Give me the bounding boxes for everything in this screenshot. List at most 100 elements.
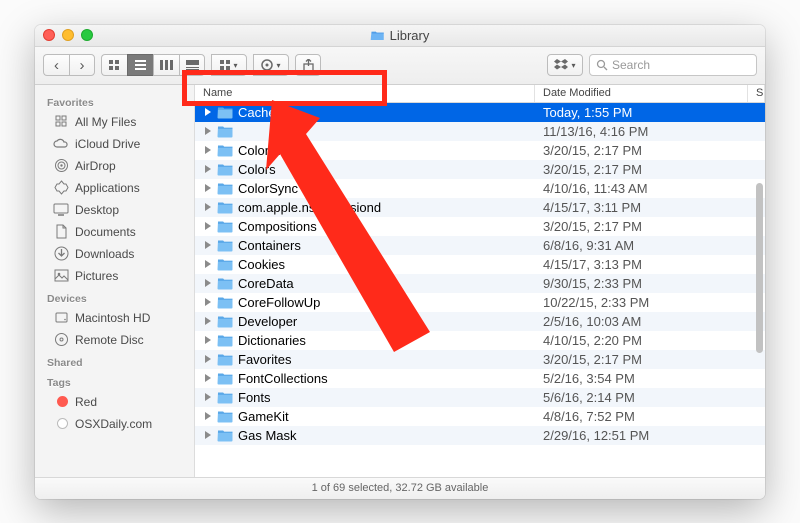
- pictures-icon: [53, 268, 69, 284]
- maximize-button[interactable]: [81, 29, 93, 41]
- column-header-name[interactable]: Name: [195, 85, 535, 102]
- table-row[interactable]: CoreData9/30/15, 2:33 PM: [195, 274, 765, 293]
- disclosure-triangle-icon[interactable]: [205, 374, 211, 382]
- table-row[interactable]: ColorSync4/10/16, 11:43 AM: [195, 179, 765, 198]
- disclosure-triangle-icon[interactable]: [205, 298, 211, 306]
- sidebar-item-remote-disc[interactable]: Remote Disc: [35, 329, 194, 351]
- folder-icon: [217, 276, 234, 290]
- view-coverflow-button[interactable]: [179, 54, 205, 76]
- cell-name: CoreFollowUp: [195, 295, 535, 310]
- table-row[interactable]: Colors3/20/15, 2:17 PM: [195, 160, 765, 179]
- cell-date: 4/15/17, 3:11 PM: [535, 200, 765, 215]
- disclosure-triangle-icon[interactable]: [205, 355, 211, 363]
- table-row[interactable]: Containers6/8/16, 9:31 AM: [195, 236, 765, 255]
- table-row[interactable]: Developer 2/5/16, 10:03 AM: [195, 312, 765, 331]
- table-row[interactable]: com.apple.nsurlsessiond 4/15/17, 3:11 PM: [195, 198, 765, 217]
- share-icon: [303, 59, 314, 72]
- sidebar-item-all-my-files[interactable]: All My Files: [35, 111, 194, 133]
- table-row[interactable]: CoreFollowUp10/22/15, 2:33 PM: [195, 293, 765, 312]
- cell-date: 4/15/17, 3:13 PM: [535, 257, 765, 272]
- folder-icon: [217, 219, 234, 233]
- forward-button[interactable]: ›: [69, 54, 95, 76]
- table-row[interactable]: ColorPick3/20/15, 2:17 PM: [195, 141, 765, 160]
- folder-icon: [217, 238, 234, 252]
- file-name: Compositions: [238, 219, 317, 234]
- cell-name: GameKit: [195, 409, 535, 424]
- disclosure-triangle-icon[interactable]: [205, 108, 211, 116]
- disclosure-triangle-icon[interactable]: [205, 146, 211, 154]
- view-list-button[interactable]: [127, 54, 153, 76]
- table-row[interactable]: Favorites3/20/15, 2:17 PM: [195, 350, 765, 369]
- disclosure-triangle-icon[interactable]: [205, 393, 211, 401]
- table-row[interactable]: CachesToday, 1:55 PM: [195, 103, 765, 122]
- table-row[interactable]: GameKit4/8/16, 7:52 PM: [195, 407, 765, 426]
- column-header-sort[interactable]: S: [748, 85, 765, 102]
- cell-date: 3/20/15, 2:17 PM: [535, 352, 765, 367]
- disclosure-triangle-icon[interactable]: [205, 431, 211, 439]
- cell-date: 2/5/16, 10:03 AM: [535, 314, 765, 329]
- close-button[interactable]: [43, 29, 55, 41]
- sidebar-item-macintosh-hd[interactable]: Macintosh HD: [35, 307, 194, 329]
- table-row[interactable]: Cookies4/15/17, 3:13 PM: [195, 255, 765, 274]
- tag-icon: [53, 394, 69, 410]
- sidebar-item-icloud-drive[interactable]: iCloud Drive: [35, 133, 194, 155]
- sidebar-header: Tags: [35, 371, 194, 391]
- file-list[interactable]: CachesToday, 1:55 PM11/13/16, 4:16 PMCol…: [195, 103, 765, 477]
- folder-icon: [217, 200, 234, 214]
- sidebar-item-airdrop[interactable]: AirDrop: [35, 155, 194, 177]
- disclosure-triangle-icon[interactable]: [205, 165, 211, 173]
- view-column-button[interactable]: [153, 54, 179, 76]
- search-input[interactable]: Search: [589, 54, 757, 76]
- action-button[interactable]: ▾: [253, 54, 289, 76]
- minimize-button[interactable]: [62, 29, 74, 41]
- sidebar-item-label: AirDrop: [75, 159, 116, 173]
- column-header-date[interactable]: Date Modified: [535, 85, 748, 102]
- table-row[interactable]: Fonts5/6/16, 2:14 PM: [195, 388, 765, 407]
- table-row[interactable]: Compositions3/20/15, 2:17 PM: [195, 217, 765, 236]
- table-row[interactable]: Gas Mask2/29/16, 12:51 PM: [195, 426, 765, 445]
- disclosure-triangle-icon[interactable]: [205, 279, 211, 287]
- arrange-button[interactable]: ▾: [211, 54, 247, 76]
- status-text: 1 of 69 selected, 32.72 GB available: [312, 482, 489, 494]
- disclosure-triangle-icon[interactable]: [205, 317, 211, 325]
- back-button[interactable]: ‹: [43, 54, 69, 76]
- cloud-icon: [53, 136, 69, 152]
- sidebar-item-documents[interactable]: Documents: [35, 221, 194, 243]
- dropbox-button[interactable]: ▾: [547, 54, 583, 76]
- disclosure-triangle-icon[interactable]: [205, 203, 211, 211]
- titlebar[interactable]: Library: [35, 25, 765, 47]
- all-files-icon: [53, 114, 69, 130]
- view-icon-button[interactable]: [101, 54, 127, 76]
- sidebar-item-red[interactable]: Red: [35, 391, 194, 413]
- scrollbar[interactable]: [756, 183, 763, 353]
- table-row[interactable]: Dictionaries4/10/15, 2:20 PM: [195, 331, 765, 350]
- disclosure-triangle-icon[interactable]: [205, 127, 211, 135]
- table-row[interactable]: FontCollections5/2/16, 3:54 PM: [195, 369, 765, 388]
- disclosure-triangle-icon[interactable]: [205, 412, 211, 420]
- cell-date: 10/22/15, 2:33 PM: [535, 295, 765, 310]
- sidebar-item-applications[interactable]: Applications: [35, 177, 194, 199]
- cell-name: Colors: [195, 162, 535, 177]
- disclosure-triangle-icon[interactable]: [205, 222, 211, 230]
- sidebar-item-label: Documents: [75, 225, 136, 239]
- sidebar-item-pictures[interactable]: Pictures: [35, 265, 194, 287]
- disclosure-triangle-icon[interactable]: [205, 184, 211, 192]
- file-name: com.apple.nsurlsessiond: [238, 200, 381, 215]
- file-name: FontCollections: [238, 371, 328, 386]
- sidebar-item-label: Pictures: [75, 269, 118, 283]
- sidebar-item-desktop[interactable]: Desktop: [35, 199, 194, 221]
- file-name: CoreData: [238, 276, 294, 291]
- sidebar-header: Favorites: [35, 91, 194, 111]
- file-name: GameKit: [238, 409, 289, 424]
- file-name: Developer: [238, 314, 297, 329]
- table-row[interactable]: 11/13/16, 4:16 PM: [195, 122, 765, 141]
- disclosure-triangle-icon[interactable]: [205, 260, 211, 268]
- sidebar-item-osxdaily-com[interactable]: OSXDaily.com: [35, 413, 194, 435]
- file-name: ColorPick: [238, 143, 294, 158]
- disclosure-triangle-icon[interactable]: [205, 336, 211, 344]
- share-button[interactable]: [295, 54, 321, 76]
- disclosure-triangle-icon[interactable]: [205, 241, 211, 249]
- folder-icon: [217, 162, 234, 176]
- cell-date: 4/10/16, 11:43 AM: [535, 181, 765, 196]
- sidebar-item-downloads[interactable]: Downloads: [35, 243, 194, 265]
